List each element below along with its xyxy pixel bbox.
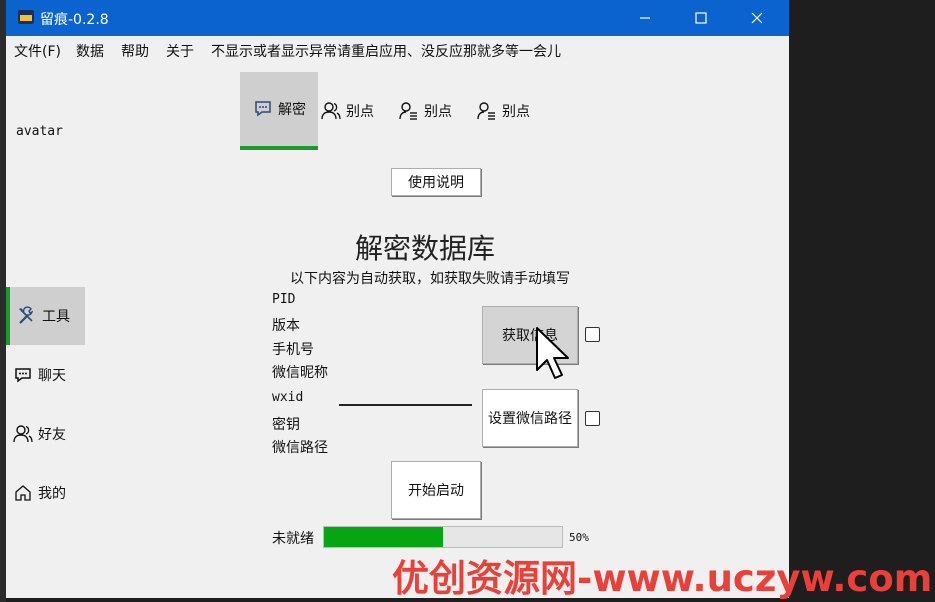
- tab-label: 别点: [346, 104, 374, 120]
- user-list-icon: [476, 100, 498, 122]
- tab-dont-click-3[interactable]: 别点: [476, 72, 530, 150]
- close-icon: [751, 12, 763, 24]
- field-label-key: 密钥: [272, 417, 300, 433]
- menu-data[interactable]: 数据: [76, 41, 104, 61]
- tab-label: 别点: [502, 104, 530, 120]
- sidebar-item-label: 我的: [38, 486, 66, 502]
- client-area: avatar 工具 聊天 好友 我的 解密 别点 别点 别点 使用说明 解密数据…: [6, 62, 789, 598]
- tab-dont-click-1[interactable]: 别点: [320, 72, 374, 150]
- tools-icon: [16, 305, 38, 327]
- avatar[interactable]: avatar: [16, 124, 63, 139]
- app-window: 留痕-0.2.8 文件(F) 数据 帮助 关于 不显示或者显示异常请重启应用、没…: [6, 0, 789, 598]
- menu-bar: 文件(F) 数据 帮助 关于 不显示或者显示异常请重启应用、没反应那就多等一会儿: [6, 36, 789, 62]
- progress-percent: 50%: [569, 531, 589, 544]
- user-icon: [320, 100, 342, 122]
- menu-file[interactable]: 文件(F): [14, 41, 61, 61]
- menu-help[interactable]: 帮助: [121, 41, 149, 61]
- tab-decrypt[interactable]: 解密: [240, 72, 318, 150]
- minimize-icon: [640, 17, 650, 19]
- mouse-cursor-icon: [536, 327, 569, 379]
- app-icon: [18, 10, 34, 24]
- menu-notice[interactable]: 不显示或者显示异常请重启应用、没反应那就多等一会儿: [211, 41, 561, 61]
- progress-fill: [324, 527, 443, 547]
- field-label-wechat-path: 微信路径: [272, 440, 328, 456]
- sidebar-item-label: 工具: [42, 309, 70, 325]
- sidebar-item-label: 聊天: [38, 368, 66, 384]
- friends-icon: [12, 423, 34, 445]
- tab-label: 别点: [424, 104, 452, 120]
- menu-about[interactable]: 关于: [166, 41, 194, 61]
- minimize-button[interactable]: [618, 0, 672, 36]
- field-label-version: 版本: [272, 318, 300, 334]
- page-title: 解密数据库: [355, 232, 496, 265]
- set-wechat-path-button[interactable]: 设置微信路径: [482, 389, 578, 447]
- page-subtitle: 以下内容为自动获取，如获取失败请手动填写: [290, 271, 570, 287]
- user-list-icon: [398, 100, 420, 122]
- chat-icon: [12, 364, 34, 386]
- tab-dont-click-2[interactable]: 别点: [398, 72, 452, 150]
- watermark-text: 优创资源网-www.uczyw.com: [392, 557, 933, 600]
- field-label-pid: PID: [272, 292, 296, 307]
- window-title: 留痕-0.2.8: [40, 12, 109, 28]
- set-path-checkbox[interactable]: [585, 411, 600, 426]
- maximize-icon: [695, 12, 707, 24]
- sidebar-item-label: 好友: [38, 427, 66, 443]
- sidebar-item-mine[interactable]: 我的: [6, 464, 86, 522]
- home-icon: [12, 482, 34, 504]
- help-button[interactable]: 使用说明: [391, 168, 481, 196]
- chat-bubble-icon: [252, 98, 274, 120]
- title-bar[interactable]: 留痕-0.2.8: [6, 0, 789, 36]
- sidebar-item-tools[interactable]: 工具: [6, 287, 85, 345]
- field-label-nickname: 微信昵称: [272, 365, 328, 381]
- progress-bar: [323, 526, 563, 548]
- field-label-wxid: wxid: [272, 390, 304, 405]
- sidebar-item-chat[interactable]: 聊天: [6, 346, 86, 404]
- field-label-phone: 手机号: [272, 342, 314, 358]
- maximize-button[interactable]: [674, 0, 728, 36]
- close-button[interactable]: [730, 0, 784, 36]
- wxid-input[interactable]: [339, 404, 472, 406]
- sidebar-item-friends[interactable]: 好友: [6, 405, 86, 463]
- start-button[interactable]: 开始启动: [391, 461, 481, 519]
- status-label: 未就绪: [272, 531, 314, 547]
- get-info-checkbox[interactable]: [585, 327, 600, 342]
- tab-label: 解密: [278, 102, 306, 118]
